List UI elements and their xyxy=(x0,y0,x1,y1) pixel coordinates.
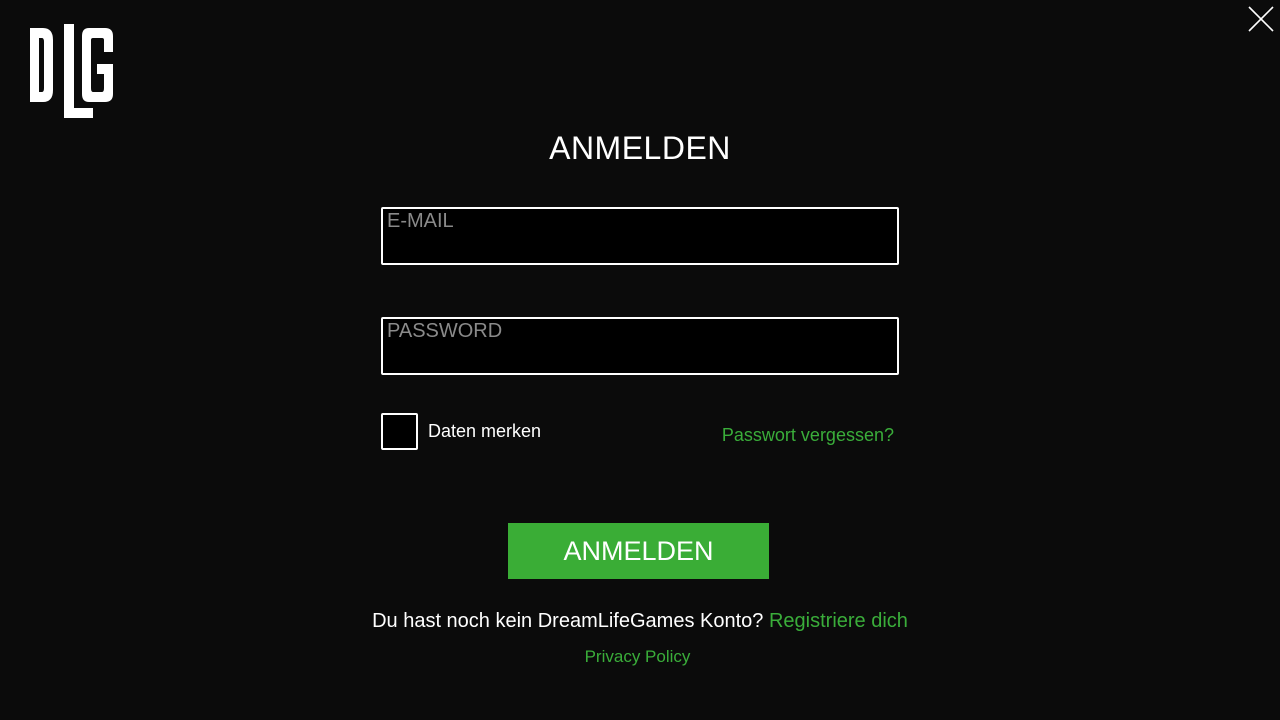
register-prompt-text: Du hast noch kein DreamLifeGames Konto? xyxy=(372,610,764,632)
forgot-password-link[interactable]: Passwort vergessen? xyxy=(722,425,894,446)
email-input[interactable] xyxy=(383,209,897,263)
close-icon[interactable] xyxy=(1246,4,1276,34)
remember-checkbox[interactable] xyxy=(381,413,418,450)
email-field[interactable]: E-MAIL xyxy=(381,207,899,265)
register-prompt-line: Du hast noch kein DreamLifeGames Konto? … xyxy=(0,610,1280,633)
password-field[interactable]: PASSWORD xyxy=(381,317,899,375)
register-link[interactable]: Registriere dich xyxy=(769,610,908,632)
login-screen: ANMELDEN E-MAIL PASSWORD Daten merken Pa… xyxy=(0,0,1280,720)
remember-me-toggle[interactable]: Daten merken xyxy=(381,413,541,450)
privacy-policy-link[interactable]: Privacy Policy xyxy=(0,647,1275,667)
remember-label: Daten merken xyxy=(428,421,542,441)
page-title: ANMELDEN xyxy=(549,130,731,166)
dlg-logo xyxy=(30,24,113,118)
login-button[interactable]: ANMELDEN xyxy=(508,523,769,579)
password-input[interactable] xyxy=(383,319,897,373)
